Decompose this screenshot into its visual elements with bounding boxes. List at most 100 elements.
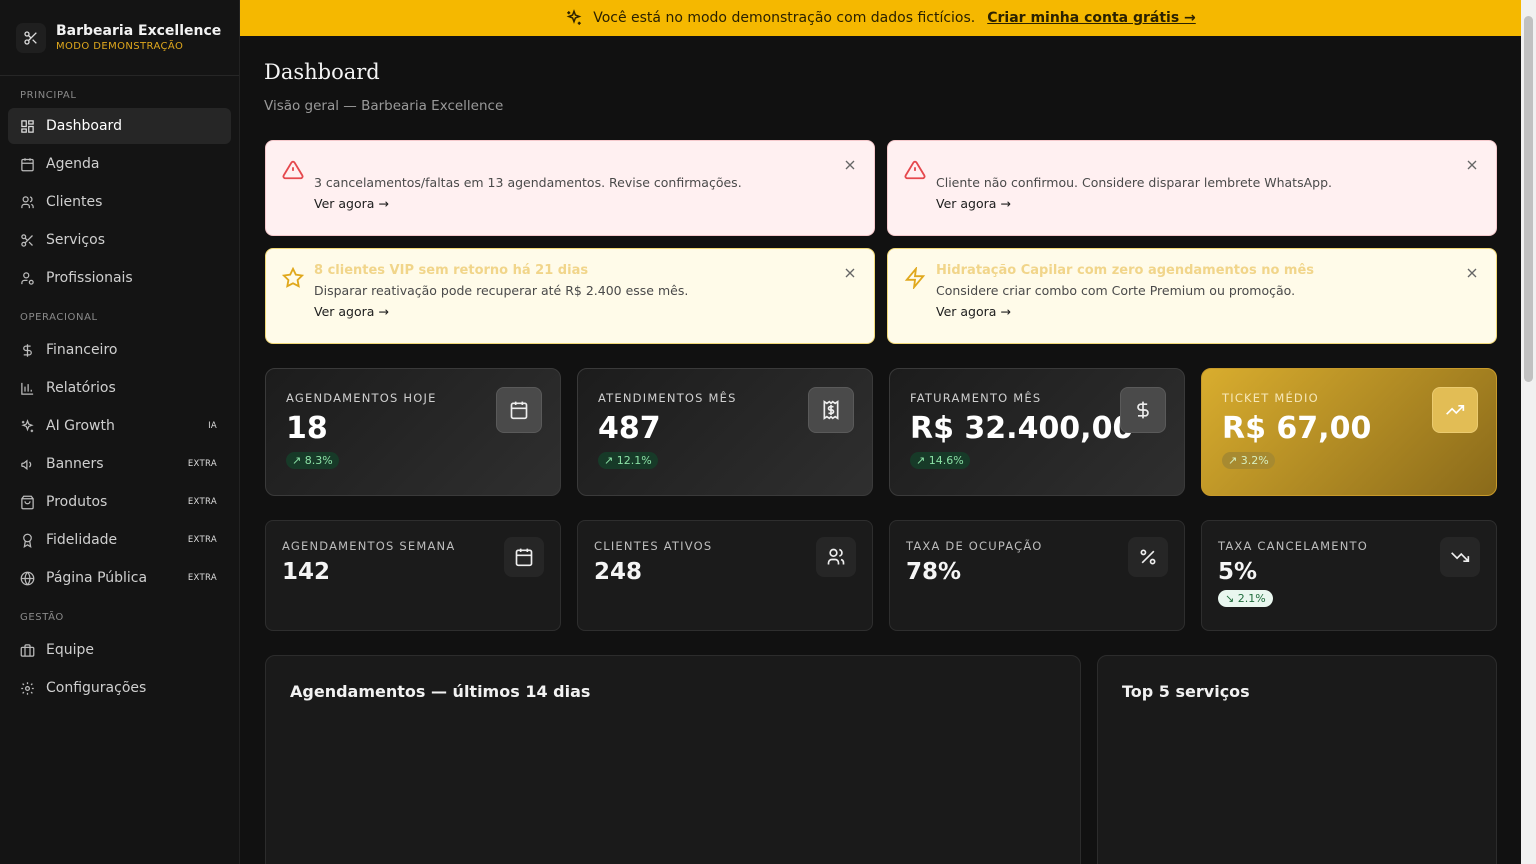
users-icon xyxy=(21,195,34,208)
dollar-icon xyxy=(1120,387,1166,433)
alert-card: 8 clientes VIP sem retorno há 21 dias Di… xyxy=(265,248,875,344)
sidebar-item-label: Dashboard xyxy=(46,118,122,134)
dollar-icon xyxy=(23,343,32,357)
close-icon[interactable] xyxy=(842,265,858,281)
main-content: Você está no modo demonstração com dados… xyxy=(240,0,1521,864)
sparkles-icon xyxy=(21,418,34,432)
sidebar-item-label: Profissionais xyxy=(46,270,133,286)
kpi-card: ATENDIMENTOS MÊS 487 ↗ 12.1% xyxy=(577,368,873,496)
close-icon[interactable] xyxy=(842,157,858,173)
scissors-icon xyxy=(16,22,46,53)
scrollbar-thumb[interactable] xyxy=(1524,16,1533,382)
kpi-card-small: TAXA CANCELAMENTO 5% ↘ 2.1% xyxy=(1201,520,1497,631)
close-icon[interactable] xyxy=(1464,265,1480,281)
sparkles-icon xyxy=(566,9,582,25)
alert-title xyxy=(936,155,1496,173)
kpi-card: FATURAMENTO MÊS R$ 32.400,00 ↗ 14.6% xyxy=(889,368,1185,496)
sidebar-item-financeiro[interactable]: Financeiro xyxy=(8,332,231,368)
gear-icon xyxy=(21,681,34,695)
brand-name: Barbearia Excellence xyxy=(56,22,222,39)
dashboard-icon xyxy=(21,119,34,133)
section-gestao: GESTÃO xyxy=(20,612,64,623)
alert-link[interactable]: Ver agora → xyxy=(936,304,1011,319)
sidebar-item-fidelidade[interactable]: Fidelidade EXTRA xyxy=(8,522,231,558)
alert-message: Cliente não confirmou. Considere dispara… xyxy=(936,175,1332,190)
award-icon xyxy=(23,533,32,548)
alert-title: 8 clientes VIP sem retorno há 21 dias xyxy=(314,263,589,278)
bar-chart-icon xyxy=(21,382,34,395)
sidebar-item-configuracoes[interactable]: Configurações xyxy=(8,670,231,706)
chart-panel-top-services: Top 5 serviços xyxy=(1097,655,1497,864)
page-title: Dashboard xyxy=(264,60,380,84)
alert-message: Disparar reativação pode recuperar até R… xyxy=(314,283,689,298)
chart-panel-appointments: Agendamentos — últimos 14 dias xyxy=(265,655,1081,864)
brand-subtitle: MODO DEMONSTRAÇÃO xyxy=(56,40,184,52)
sidebar-item-label: Agenda xyxy=(46,156,100,172)
kpi-change: ↗ 12.1% xyxy=(598,452,658,469)
megaphone-icon xyxy=(21,458,32,470)
close-icon[interactable] xyxy=(1464,157,1480,173)
kpi-card: TICKET MÉDIO R$ 67,00 ↗ 3.2% xyxy=(1201,368,1497,496)
scrollbar[interactable] xyxy=(1521,0,1536,864)
alert-link[interactable]: Ver agora → xyxy=(314,304,389,319)
sidebar-item-agenda[interactable]: Agenda xyxy=(8,146,231,182)
create-account-link[interactable]: Criar minha conta grátis → xyxy=(987,10,1196,26)
sidebar-item-label: Serviços xyxy=(46,232,105,248)
sidebar-item-label: Financeiro xyxy=(46,342,118,358)
sidebar-item-label: Configurações xyxy=(46,680,147,696)
sidebar-item-label: AI Growth xyxy=(46,418,115,434)
alert-card: Cliente não confirmou. Considere dispara… xyxy=(887,140,1497,236)
sidebar-item-equipe[interactable]: Equipe xyxy=(8,632,231,668)
user-cog-icon xyxy=(21,271,34,285)
alert-card: Hidratação Capilar com zero agendamentos… xyxy=(887,248,1497,344)
sidebar-item-servicos[interactable]: Serviços xyxy=(8,222,231,258)
kpi-card-small: TAXA DE OCUPAÇÃO 78% xyxy=(889,520,1185,631)
page-subtitle: Visão geral — Barbearia Excellence xyxy=(264,98,504,114)
sidebar-item-label: Relatórios xyxy=(46,380,116,396)
receipt-icon xyxy=(808,387,854,433)
alert-card: 3 cancelamentos/faltas em 13 agendamento… xyxy=(265,140,875,236)
scissors-icon xyxy=(21,233,33,247)
percent-icon xyxy=(1128,537,1168,577)
sidebar-item-label: Equipe xyxy=(46,642,94,658)
sidebar-item-produtos[interactable]: Produtos EXTRA xyxy=(8,484,231,520)
sidebar-item-pagina-publica[interactable]: Página Pública EXTRA xyxy=(8,560,231,596)
sidebar-item-clientes[interactable]: Clientes xyxy=(8,184,231,220)
panel-title: Agendamentos — últimos 14 dias xyxy=(290,682,591,701)
sidebar-item-label: Produtos xyxy=(46,494,108,510)
alert-link[interactable]: Ver agora → xyxy=(936,196,1011,211)
star-icon xyxy=(282,267,304,288)
calendar-icon xyxy=(21,157,34,171)
kpi-card-small: AGENDAMENTOS SEMANA 142 xyxy=(265,520,561,631)
sidebar-item-label: Clientes xyxy=(46,194,103,210)
brand[interactable]: Barbearia Excellence MODO DEMONSTRAÇÃO xyxy=(0,0,239,76)
kpi-card: AGENDAMENTOS HOJE 18 ↗ 8.3% xyxy=(265,368,561,496)
sidebar-item-ai-growth[interactable]: AI Growth IA xyxy=(8,408,231,444)
sidebar-item-relatorios[interactable]: Relatórios xyxy=(8,370,231,406)
badge-extra: EXTRA xyxy=(187,573,217,583)
app: Barbearia Excellence MODO DEMONSTRAÇÃO P… xyxy=(0,0,1536,864)
sidebar-item-dashboard[interactable]: Dashboard xyxy=(8,108,231,144)
sidebar-item-profissionais[interactable]: Profissionais xyxy=(8,260,231,296)
badge-extra: EXTRA xyxy=(187,497,217,507)
panel-title: Top 5 serviços xyxy=(1122,682,1250,701)
shopping-bag-icon xyxy=(21,495,34,509)
warning-triangle-icon xyxy=(904,160,926,180)
sidebar-item-label: Fidelidade xyxy=(46,532,118,548)
trending-up-icon xyxy=(1432,387,1478,433)
kpi-change: ↗ 14.6% xyxy=(910,452,970,469)
sidebar-item-label: Página Pública xyxy=(46,570,148,586)
alert-link[interactable]: Ver agora → xyxy=(314,196,389,211)
kpi-change: ↗ 8.3% xyxy=(286,452,339,469)
section-operacional: OPERACIONAL xyxy=(20,312,98,323)
calendar-icon xyxy=(496,387,542,433)
sidebar-item-banners[interactable]: Banners EXTRA xyxy=(8,446,231,482)
demo-banner: Você está no modo demonstração com dados… xyxy=(240,0,1521,36)
kpi-card-small: CLIENTES ATIVOS 248 xyxy=(577,520,873,631)
section-principal: PRINCIPAL xyxy=(20,90,77,101)
warning-triangle-icon xyxy=(282,160,304,180)
briefcase-icon xyxy=(20,643,35,657)
alert-message: Considere criar combo com Corte Premium … xyxy=(936,283,1296,298)
globe-icon xyxy=(20,571,35,585)
alert-message: 3 cancelamentos/faltas em 13 agendamento… xyxy=(314,175,742,190)
